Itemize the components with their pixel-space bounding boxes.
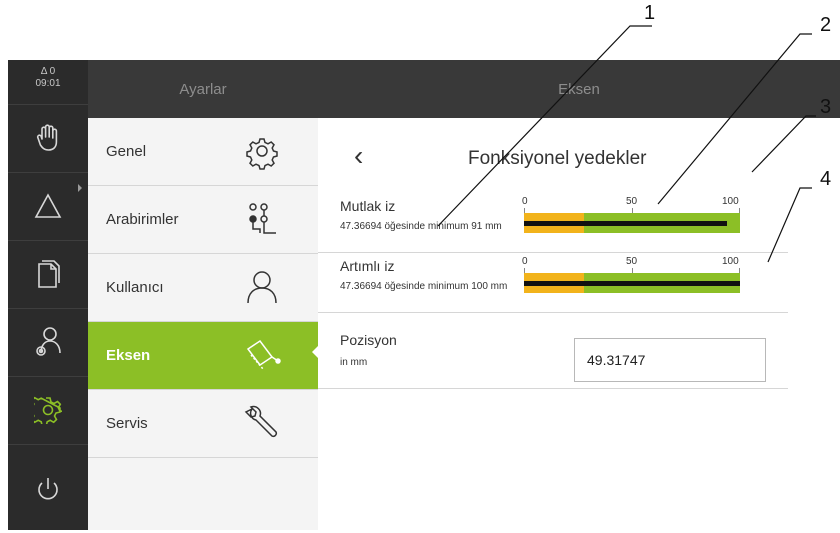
callout-1: 1 (644, 2, 656, 24)
callout-4: 4 (820, 168, 832, 190)
callout-lines (437, 25, 816, 263)
callout-2: 2 (820, 14, 832, 36)
callout-3: 3 (820, 96, 832, 118)
